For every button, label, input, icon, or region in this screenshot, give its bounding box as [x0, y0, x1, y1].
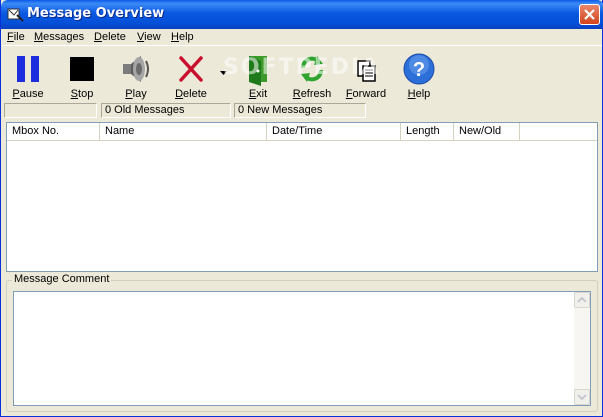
message-list[interactable]: Mbox No. Name Date/Time Length New/Old: [6, 122, 598, 272]
list-header: Mbox No. Name Date/Time Length New/Old: [7, 123, 597, 141]
refresh-label: Refresh: [292, 88, 332, 100]
pause-icon: [17, 56, 39, 82]
exit-label: Exit: [248, 88, 268, 100]
speaker-icon: [123, 56, 149, 82]
menu-delete[interactable]: Delete: [94, 31, 126, 43]
watermark: SOFTPEDIA: [223, 55, 381, 80]
scroll-down-icon: [577, 394, 587, 401]
scroll-up-icon: [577, 296, 587, 303]
play-button[interactable]: Play: [116, 50, 156, 104]
delete-button[interactable]: Delete: [169, 50, 213, 104]
forward-label: Forward: [345, 88, 387, 100]
title-bar[interactable]: Message Overview: [1, 0, 603, 29]
stop-label: Stop: [70, 88, 94, 100]
menu-bar: File Messages Delete View Help: [2, 29, 602, 46]
help-label: Help: [407, 88, 431, 100]
svg-text:?: ?: [413, 59, 425, 81]
play-label: Play: [125, 88, 147, 100]
column-length[interactable]: Length: [401, 123, 454, 141]
menu-messages[interactable]: Messages: [34, 31, 84, 43]
delete-label: Delete: [175, 88, 207, 100]
pause-label: Pause: [12, 88, 44, 100]
message-comment-label: Message Comment: [12, 273, 112, 285]
blue-question-icon: ?: [403, 53, 435, 85]
scroll-up-button[interactable]: [574, 292, 590, 308]
status-field-empty: [4, 103, 97, 118]
red-x-icon: [179, 56, 203, 82]
stop-icon: [70, 57, 94, 81]
app-icon: [7, 8, 24, 22]
pause-button[interactable]: Pause: [8, 50, 48, 104]
old-messages-count: 0 Old Messages: [101, 103, 231, 118]
close-icon: [584, 9, 595, 20]
column-date-time[interactable]: Date/Time: [267, 123, 401, 141]
stop-button[interactable]: Stop: [62, 50, 102, 104]
close-button[interactable]: [579, 4, 600, 25]
new-messages-count: 0 New Messages: [234, 103, 366, 118]
column-new-old[interactable]: New/Old: [454, 123, 520, 141]
help-button[interactable]: ? Help: [400, 50, 438, 104]
menu-file[interactable]: File: [7, 31, 25, 43]
message-comment-group: Message Comment: [6, 273, 598, 412]
window-title: Message Overview: [27, 6, 165, 21]
column-name[interactable]: Name: [100, 123, 267, 141]
column-mbox-no[interactable]: Mbox No.: [7, 123, 100, 141]
app-window: Message Overview File Messages Delete Vi…: [0, 0, 603, 417]
scroll-down-button[interactable]: [574, 389, 590, 405]
menu-help[interactable]: Help: [171, 31, 194, 43]
menu-view[interactable]: View: [137, 31, 161, 43]
message-comment-field[interactable]: [13, 291, 591, 406]
comment-scrollbar[interactable]: [574, 292, 590, 405]
